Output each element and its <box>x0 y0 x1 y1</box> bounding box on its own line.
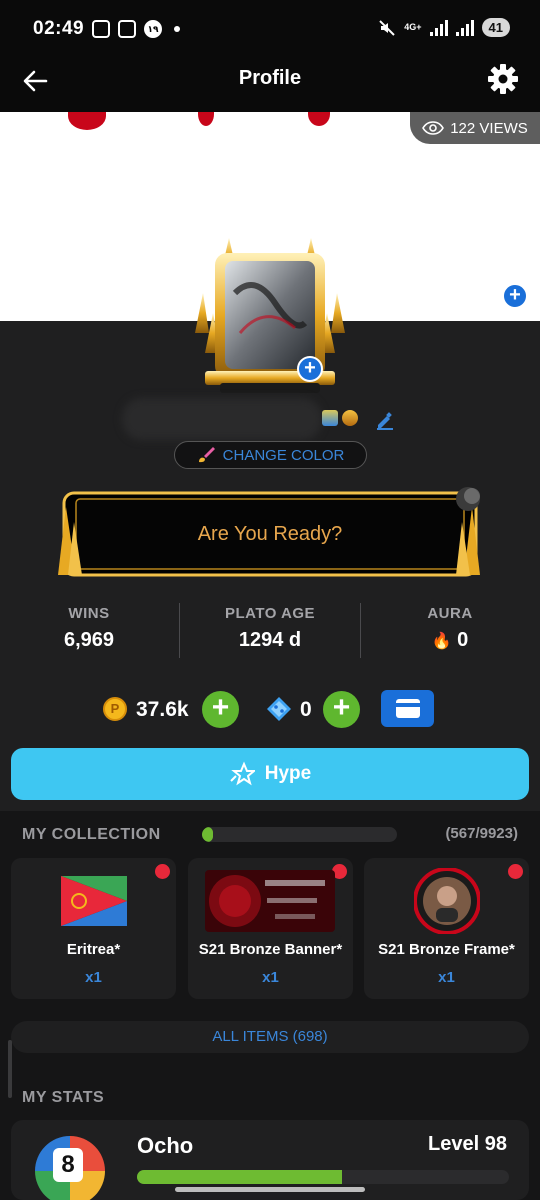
stat-divider <box>179 603 180 658</box>
flame-icon: 🔥 <box>431 633 452 650</box>
level-progress <box>137 1170 509 1184</box>
page-title: Profile <box>238 67 302 89</box>
bronze-banner-icon <box>205 870 335 932</box>
card-quantity: x1 <box>262 969 279 986</box>
status-right-icons: 4G+ 41 <box>378 18 510 37</box>
wallet-button[interactable] <box>381 690 434 727</box>
collection-card[interactable]: S21 Bronze Frame* x1 <box>364 858 529 999</box>
collection-card[interactable]: Eritrea* x1 <box>11 858 176 999</box>
new-indicator-dot <box>508 864 523 879</box>
stat-label: AURA <box>427 605 473 622</box>
new-indicator-dot <box>155 864 170 879</box>
battery-icon: 41 <box>481 18 510 37</box>
avatar-frame[interactable] <box>185 233 355 398</box>
edit-avatar-button[interactable]: + <box>297 356 323 382</box>
gem-icon <box>267 697 291 721</box>
card-quantity: x1 <box>85 969 102 986</box>
username-redacted <box>122 398 322 440</box>
gem-balance: 0 <box>300 698 312 721</box>
stat-divider <box>360 603 361 658</box>
stat-label: PLATO AGE <box>224 605 316 622</box>
add-coins-button[interactable]: + <box>202 691 239 728</box>
nameplate-text: Are You Ready? <box>197 523 343 545</box>
home-indicator[interactable] <box>175 1187 365 1192</box>
blood-drip <box>308 112 330 126</box>
screenshot-icon <box>118 20 136 38</box>
card-name: S21 Bronze Banner* <box>198 941 343 958</box>
stat-value: 6,969 <box>63 629 115 651</box>
gear-icon[interactable] <box>486 62 520 96</box>
notification-count-icon: ١٩ <box>144 20 162 38</box>
scrollbar[interactable] <box>8 1040 12 1098</box>
network-type: 4G+ <box>404 22 422 32</box>
signal-icon-2 <box>455 19 474 36</box>
blood-drip <box>68 112 106 130</box>
status-time: 02:49 <box>33 18 85 39</box>
coin-icon: P <box>103 697 127 721</box>
change-color-button[interactable]: CHANGE COLOR <box>174 441 367 469</box>
game-name: Ocho <box>137 1133 194 1158</box>
pencil-icon[interactable] <box>375 410 395 430</box>
collection-count: (567/9923) <box>445 825 518 842</box>
wallet-icon <box>396 699 420 718</box>
edit-banner-button[interactable]: + <box>502 283 528 309</box>
signal-icon <box>429 19 448 36</box>
hype-star-icon <box>230 761 255 786</box>
views-count: 122 VIEWS <box>450 119 528 137</box>
eritrea-flag-icon <box>61 876 127 926</box>
stat-plato-age: PLATO AGE 1294 d <box>200 605 340 652</box>
hype-button[interactable]: Hype <box>11 748 529 800</box>
card-quantity: x1 <box>438 969 455 986</box>
badge-icons <box>322 410 358 426</box>
tv-badge-icon <box>322 410 338 426</box>
eye-icon <box>422 121 445 135</box>
collection-card[interactable]: S21 Bronze Banner* x1 <box>188 858 353 999</box>
more-notifications-dot <box>174 26 180 32</box>
card-name: Eritrea* <box>66 941 121 958</box>
collection-title: MY COLLECTION <box>22 826 161 843</box>
stat-wins: WINS 6,969 <box>40 605 138 652</box>
stat-label: WINS <box>68 605 110 622</box>
coin-balance: 37.6k <box>136 698 189 721</box>
status-bar: 02:49 ١٩ 4G+ 41 <box>0 0 540 58</box>
blood-drip <box>198 112 214 126</box>
level-progress-fill <box>137 1170 342 1184</box>
game-level: Level 98 <box>428 1133 507 1155</box>
card-name: S21 Bronze Frame* <box>378 941 515 958</box>
stat-value: 🔥 0 <box>410 629 490 652</box>
app-bar: Profile <box>0 58 540 112</box>
paintbrush-icon <box>198 447 215 463</box>
collection-progress-fill <box>202 827 214 842</box>
hype-label: Hype <box>264 763 312 784</box>
stat-aura[interactable]: AURA 🔥 0 <box>410 605 490 652</box>
app-notification-icon <box>92 20 110 38</box>
currency-row: P 37.6k + 0 + <box>0 688 540 732</box>
stats-title: MY STATS <box>22 1089 105 1106</box>
status-left-icons: ١٩ <box>92 20 180 38</box>
bronze-frame-icon <box>414 868 480 934</box>
aura-value: 0 <box>457 629 469 651</box>
mute-icon <box>379 19 395 36</box>
stat-value: 1294 d <box>238 629 302 651</box>
collection-progress <box>202 827 397 842</box>
all-items-button[interactable]: ALL ITEMS (698) <box>11 1021 529 1053</box>
game-avatar-number: 8 <box>53 1148 83 1182</box>
change-color-label: CHANGE COLOR <box>222 446 345 464</box>
add-gems-button[interactable]: + <box>323 691 360 728</box>
crown-badge-icon <box>342 410 358 426</box>
views-badge: 122 VIEWS <box>410 112 540 144</box>
